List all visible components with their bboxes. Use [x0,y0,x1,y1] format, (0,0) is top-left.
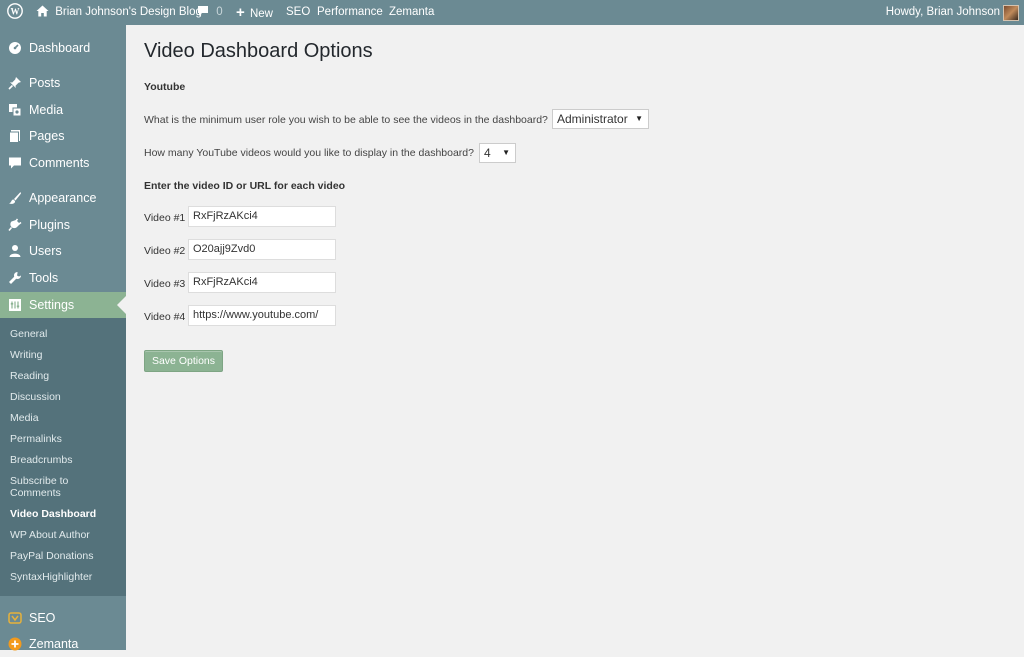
admin-bar: W Brian Johnson's Design Blog 0 + New SE… [0,0,1024,25]
avatar[interactable] [1003,5,1019,21]
wordpress-logo-icon[interactable]: W [7,0,23,25]
video-count-value: 4 [484,146,491,160]
wrench-icon [9,272,21,284]
sidebar-item-tools[interactable]: Tools [0,265,126,291]
sidebar-item-comments[interactable]: Comments [0,150,126,176]
video-4-label: Video #4 [144,311,186,323]
site-name-link[interactable]: Brian Johnson's Design Blog [36,0,202,25]
submenu-item-general[interactable]: General [10,328,47,340]
submenu-item-wp-about-author[interactable]: WP About Author [10,529,90,541]
role-question-label: What is the minimum user role you wish t… [144,114,548,126]
section-title-youtube: Youtube [144,81,186,93]
sidebar-item-zemanta[interactable]: Zemanta [0,631,126,657]
pin-icon [8,77,21,90]
page-title: Video Dashboard Options [144,40,373,62]
role-select-value: Administrator [557,112,628,126]
dropdown-caret-icon: ▼ [635,114,643,123]
submenu-item-permalinks[interactable]: Permalinks [10,433,62,445]
plus-icon: + [236,4,245,21]
seo-link[interactable]: SEO [286,0,310,25]
video-2-input[interactable]: O20ajj9Zvd0 [188,239,336,260]
comment-bubble-icon [198,5,208,16]
zemanta-link[interactable]: Zemanta [389,0,434,25]
home-icon [36,5,49,17]
comments-link[interactable]: 0 [197,0,223,25]
zemanta-icon [8,637,22,651]
video-count-select[interactable]: 4 ▼ [479,143,516,163]
sidebar-item-appearance[interactable]: Appearance [0,185,126,211]
main-content: Video Dashboard Options Youtube What is … [126,25,1024,650]
dropdown-caret-icon: ▼ [502,148,510,157]
sidebar-item-media[interactable]: Media [0,97,126,123]
sidebar-item-pages[interactable]: Pages [0,123,126,149]
site-name: Brian Johnson's Design Blog [55,6,202,18]
comments-count: 0 [216,6,223,18]
pages-icon [9,130,20,143]
video-1-input[interactable]: RxFjRzAKci4 [188,206,336,227]
submenu-item-media[interactable]: Media [10,412,39,424]
new-content-link[interactable]: + New [236,0,273,25]
current-menu-arrow [117,296,126,314]
settings-icon [9,299,21,311]
comment-icon [9,157,21,169]
video-1-label: Video #1 [144,212,186,224]
dashboard-icon [9,42,21,54]
sidebar-item-dashboard[interactable]: Dashboard [0,35,126,61]
seo-icon [8,612,22,624]
brush-icon [9,192,21,204]
video-2-label: Video #2 [144,245,186,257]
admin-sidebar: Dashboard Posts Media Pages Comments App… [0,25,126,651]
settings-submenu: General Writing Reading Discussion Media… [0,318,126,596]
plug-icon [8,218,22,231]
media-icon [9,104,22,117]
video-4-input[interactable]: https://www.youtube.com/ [188,305,336,326]
video-3-label: Video #3 [144,278,186,290]
count-question-label: How many YouTube videos would you like t… [144,147,474,159]
user-icon [9,245,21,257]
save-options-button[interactable]: Save Options [144,350,223,372]
sidebar-item-seo[interactable]: SEO [0,605,126,631]
sidebar-item-posts[interactable]: Posts [0,70,126,96]
submenu-item-reading[interactable]: Reading [10,370,49,382]
submenu-item-video-dashboard[interactable]: Video Dashboard [10,508,96,520]
submenu-item-breadcrumbs[interactable]: Breadcrumbs [10,454,72,466]
account-greeting[interactable]: Howdy, Brian Johnson [886,0,1000,25]
video-3-input[interactable]: RxFjRzAKci4 [188,272,336,293]
svg-text:W: W [11,6,20,16]
performance-link[interactable]: Performance [317,0,383,25]
submenu-item-syntaxhighlighter[interactable]: SyntaxHighlighter [10,571,92,583]
submenu-item-paypal-donations[interactable]: PayPal Donations [10,550,93,562]
sidebar-item-users[interactable]: Users [0,238,126,264]
role-select[interactable]: Administrator ▼ [552,109,649,129]
video-ids-heading: Enter the video ID or URL for each video [144,180,346,192]
submenu-item-writing[interactable]: Writing [10,349,42,361]
sidebar-item-settings[interactable]: Settings [0,292,126,318]
sidebar-item-plugins[interactable]: Plugins [0,212,126,238]
new-label: New [249,8,273,20]
submenu-item-subscribe-to-comments[interactable]: Subscribe to Comments [10,475,90,499]
submenu-item-discussion[interactable]: Discussion [10,391,61,403]
